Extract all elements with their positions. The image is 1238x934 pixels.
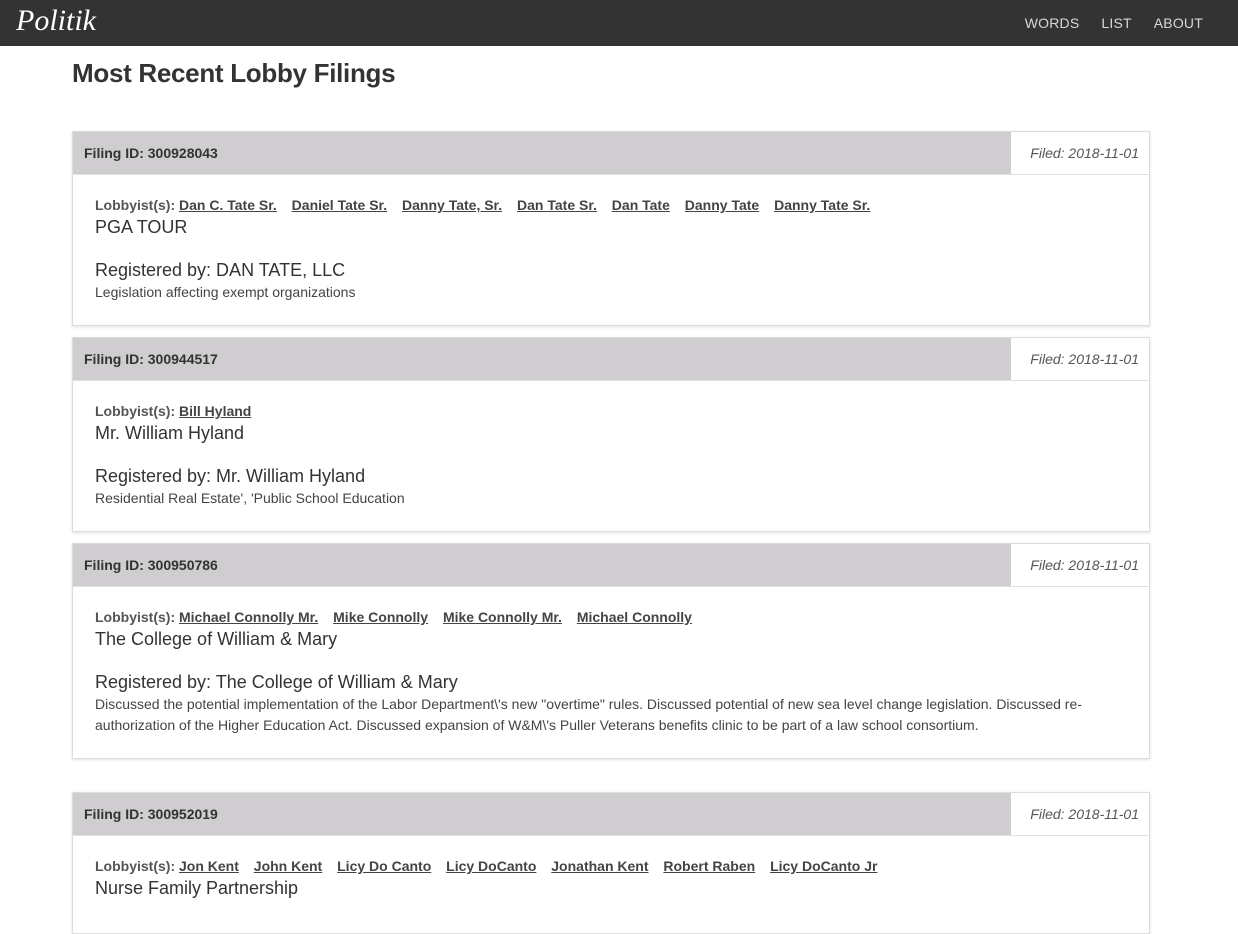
lobbyist-link[interactable]: Jonathan Kent <box>551 858 648 874</box>
nav-link-list[interactable]: LIST <box>1101 15 1131 31</box>
lobbyists-label: Lobbyist(s): <box>95 197 176 213</box>
lobbyists-label: Lobbyist(s): <box>95 858 176 874</box>
filing-card-header: Filing ID: 300944517 Filed: 2018-11-01 <box>73 338 1149 381</box>
lobbyists-label: Lobbyist(s): <box>95 609 176 625</box>
lobbyist-link[interactable]: Dan Tate Sr. <box>517 197 597 213</box>
brand-logo-link[interactable]: Politik <box>16 3 96 39</box>
filing-card: Filing ID: 300952019 Filed: 2018-11-01 L… <box>72 792 1150 934</box>
lobbyist-link[interactable]: Jon Kent <box>179 858 239 874</box>
lobbyist-link[interactable]: Michael Connolly Mr. <box>179 609 318 625</box>
registrant: Registered by: The College of William & … <box>95 672 458 692</box>
filing-card-header: Filing ID: 300950786 Filed: 2018-11-01 <box>73 544 1149 587</box>
registrant: Registered by: DAN TATE, LLC <box>95 260 346 280</box>
filing-id: Filing ID: 300928043 <box>84 145 218 161</box>
filing-id: Filing ID: 300944517 <box>84 351 218 367</box>
lobbyist-link[interactable]: Danny Tate, Sr. <box>402 197 502 213</box>
filing-id: Filing ID: 300952019 <box>84 806 218 822</box>
lobbyist-link[interactable]: John Kent <box>254 858 322 874</box>
issue-description: Discussed the potential implementation o… <box>95 696 1082 733</box>
filing-card: Filing ID: 300950786 Filed: 2018-11-01 L… <box>72 543 1150 759</box>
client-name: Nurse Family Partnership <box>95 878 299 898</box>
client-name: Mr. William Hyland <box>95 423 245 443</box>
lobbyists-label: Lobbyist(s): <box>95 403 176 419</box>
issue-description: Legislation affecting exempt organizatio… <box>95 284 356 300</box>
main-nav: WORDS LIST ABOUT <box>1003 0 1203 46</box>
page-title: Most Recent Lobby Filings <box>72 58 396 88</box>
lobbyist-link[interactable]: Licy DoCanto Jr <box>770 858 877 874</box>
client-name: The College of William & Mary <box>95 629 338 649</box>
lobbyists-line: Lobbyist(s): Jon Kent John Kent Licy Do … <box>95 857 1127 875</box>
lobbyist-link[interactable]: Dan C. Tate Sr. <box>179 197 277 213</box>
lobbyist-link[interactable]: Daniel Tate Sr. <box>292 197 387 213</box>
lobbyist-link[interactable]: Mike Connolly Mr. <box>443 609 562 625</box>
filing-date: Filed: 2018-11-01 <box>1011 338 1149 380</box>
filing-card: Filing ID: 300928043 Filed: 2018-11-01 L… <box>72 131 1150 326</box>
client-name: PGA TOUR <box>95 217 188 237</box>
issue-description: Residential Real Estate', 'Public School… <box>95 490 405 506</box>
nav-link-about[interactable]: ABOUT <box>1154 15 1203 31</box>
lobbyist-link[interactable]: Robert Raben <box>663 858 755 874</box>
filing-id: Filing ID: 300950786 <box>84 557 218 573</box>
lobbyist-link[interactable]: Licy Do Canto <box>337 858 431 874</box>
filing-card: Filing ID: 300944517 Filed: 2018-11-01 L… <box>72 337 1150 532</box>
filing-date: Filed: 2018-11-01 <box>1011 793 1149 835</box>
top-navbar: Politik WORDS LIST ABOUT <box>0 0 1238 46</box>
filing-date: Filed: 2018-11-01 <box>1011 544 1149 586</box>
lobbyist-link[interactable]: Danny Tate <box>685 197 759 213</box>
lobbyist-link[interactable]: Bill Hyland <box>179 403 251 419</box>
lobbyist-link[interactable]: Danny Tate Sr. <box>774 197 870 213</box>
filing-date: Filed: 2018-11-01 <box>1011 132 1149 174</box>
filing-card-header: Filing ID: 300952019 Filed: 2018-11-01 <box>73 793 1149 836</box>
filing-card-header: Filing ID: 300928043 Filed: 2018-11-01 <box>73 132 1149 175</box>
lobbyist-link[interactable]: Dan Tate <box>612 197 670 213</box>
lobbyist-link[interactable]: Michael Connolly <box>577 609 692 625</box>
filing-card-body: Lobbyist(s): Michael Connolly Mr. Mike C… <box>73 587 1149 758</box>
lobbyist-link[interactable]: Licy DoCanto <box>446 858 536 874</box>
filing-card-body: Lobbyist(s): Bill Hyland Mr. William Hyl… <box>73 381 1149 531</box>
nav-link-words[interactable]: WORDS <box>1025 15 1080 31</box>
lobbyist-link[interactable]: Mike Connolly <box>333 609 428 625</box>
filing-card-body: Lobbyist(s): Jon Kent John Kent Licy Do … <box>73 836 1149 921</box>
filing-card-body: Lobbyist(s): Dan C. Tate Sr. Daniel Tate… <box>73 175 1149 325</box>
registrant: Registered by: Mr. William Hyland <box>95 466 366 486</box>
lobbyists-line: Lobbyist(s): Dan C. Tate Sr. Daniel Tate… <box>95 196 1127 214</box>
lobbyists-line: Lobbyist(s): Bill Hyland <box>95 402 1127 420</box>
lobbyists-line: Lobbyist(s): Michael Connolly Mr. Mike C… <box>95 608 1127 626</box>
